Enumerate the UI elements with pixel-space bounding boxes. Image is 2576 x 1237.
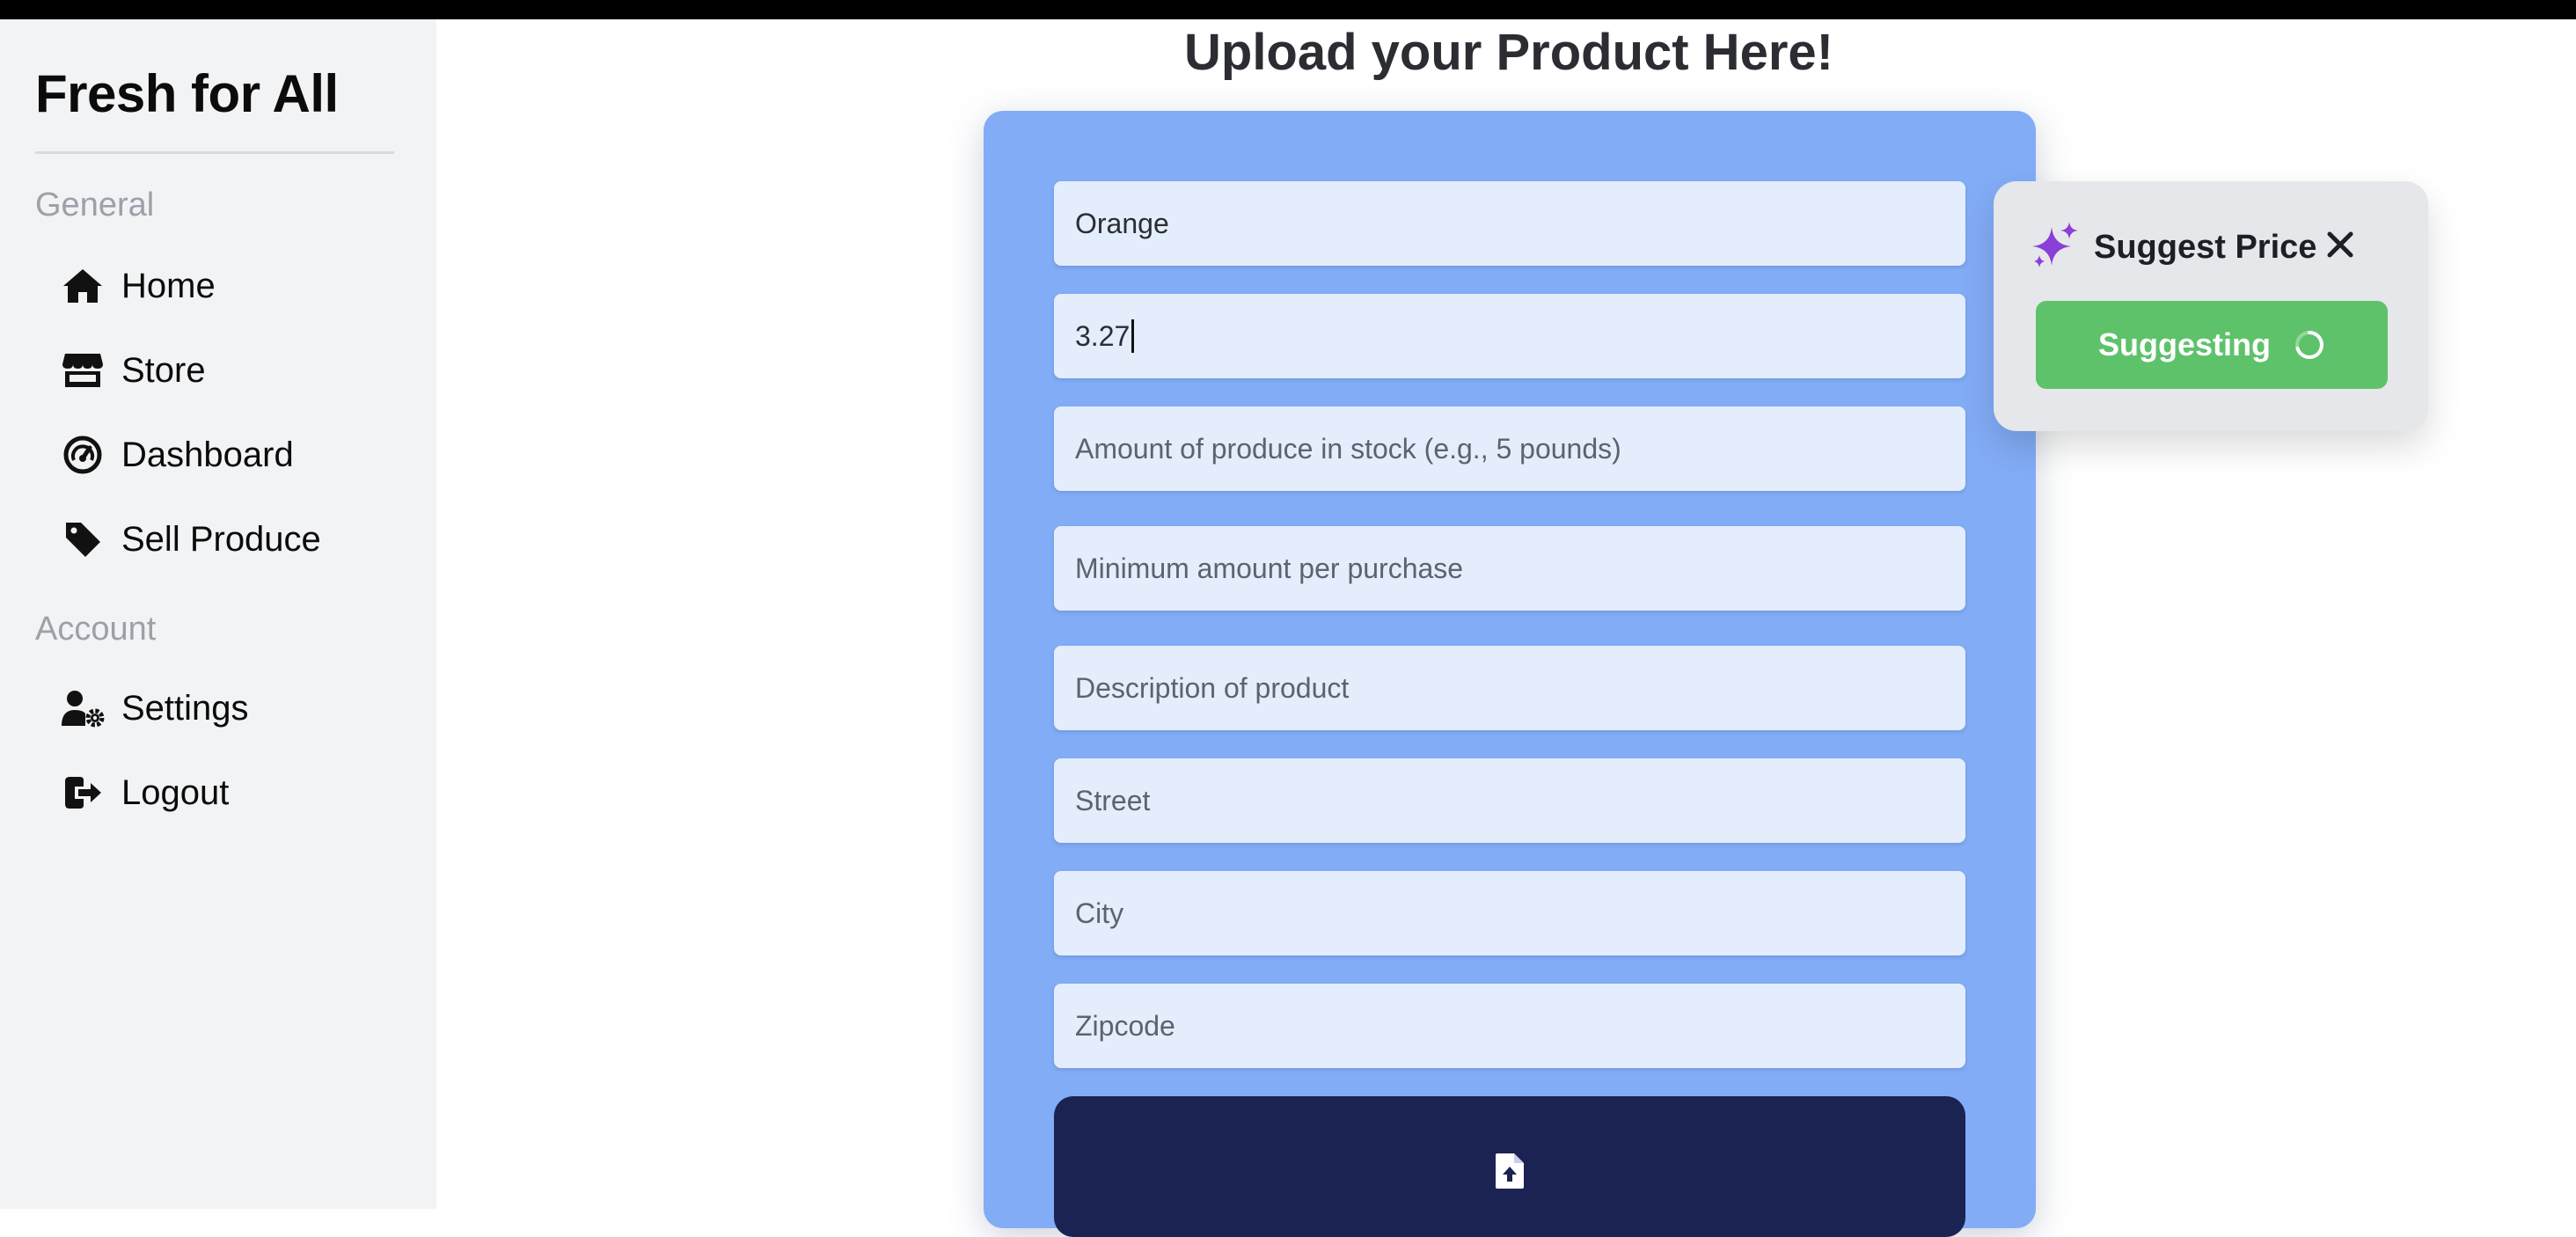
dashboard-gauge-icon: [60, 432, 106, 478]
suggest-price-title: Suggest Price: [2094, 229, 2317, 266]
sidebar-item-label: Logout: [121, 772, 230, 812]
store-icon: [60, 348, 106, 393]
sidebar-item-store[interactable]: Store: [60, 340, 412, 401]
sidebar-item-label: Store: [121, 350, 206, 390]
section-label-general: General: [35, 187, 155, 223]
city-placeholder: City: [1075, 897, 1124, 929]
sparkles-icon: [2032, 222, 2080, 274]
tag-icon: [60, 516, 106, 562]
zipcode-input[interactable]: Zipcode: [1054, 984, 1965, 1068]
section-label-account: Account: [35, 611, 157, 648]
home-icon: [60, 263, 106, 309]
stock-amount-input[interactable]: Amount of produce in stock (e.g., 5 poun…: [1054, 406, 1965, 491]
stock-amount-placeholder: Amount of produce in stock (e.g., 5 poun…: [1075, 432, 1621, 465]
suggest-price-header: Suggest Price: [2032, 222, 2316, 274]
logout-icon: [60, 770, 106, 816]
text-caret: [1131, 319, 1135, 353]
sidebar-item-settings[interactable]: Settings: [60, 677, 412, 739]
zipcode-placeholder: Zipcode: [1075, 1009, 1175, 1042]
brand-title: Fresh for All: [35, 64, 339, 123]
description-placeholder: Description of product: [1075, 671, 1350, 704]
sidebar-item-label: Dashboard: [121, 435, 294, 474]
sidebar-item-label: Sell Produce: [121, 519, 321, 559]
sidebar-item-label: Home: [121, 266, 216, 305]
top-window-bar: [0, 0, 2576, 19]
city-input[interactable]: City: [1054, 871, 1965, 955]
street-input[interactable]: Street: [1054, 758, 1965, 843]
page-title: Upload your Product Here!: [1184, 24, 1833, 81]
sidebar: Fresh for All General Home Store Dashboa…: [0, 19, 436, 1209]
product-name-value: Orange: [1075, 207, 1169, 239]
sidebar-item-dashboard[interactable]: Dashboard: [60, 424, 412, 486]
min-purchase-placeholder: Minimum amount per purchase: [1075, 552, 1464, 584]
price-input[interactable]: 3.27: [1054, 294, 1965, 378]
suggest-button-label: Suggesting: [2098, 326, 2271, 362]
close-popover-button[interactable]: [2321, 227, 2360, 266]
description-input[interactable]: Description of product: [1054, 646, 1965, 730]
min-purchase-input[interactable]: Minimum amount per purchase: [1054, 526, 1965, 611]
sidebar-item-home[interactable]: Home: [60, 255, 412, 317]
spinner-icon: [2294, 329, 2325, 361]
file-upload-icon: [1495, 1153, 1525, 1237]
sidebar-item-logout[interactable]: Logout: [60, 762, 412, 823]
product-upload-form: Orange 3.27 Amount of produce in stock (…: [984, 111, 2036, 1237]
user-gear-icon: [60, 685, 106, 731]
brand-divider: [35, 151, 394, 154]
price-value: 3.27: [1075, 319, 1131, 352]
sidebar-item-label: Settings: [121, 688, 249, 728]
sidebar-item-sell-produce[interactable]: Sell Produce: [60, 509, 412, 570]
suggest-price-button[interactable]: Suggesting: [2036, 301, 2388, 389]
street-placeholder: Street: [1075, 784, 1151, 816]
suggest-price-popover: Suggest Price Suggesting: [1994, 181, 2428, 431]
image-upload-dropzone[interactable]: [1054, 1096, 1965, 1237]
close-icon: [2326, 231, 2354, 263]
product-name-input[interactable]: Orange: [1054, 181, 1965, 266]
